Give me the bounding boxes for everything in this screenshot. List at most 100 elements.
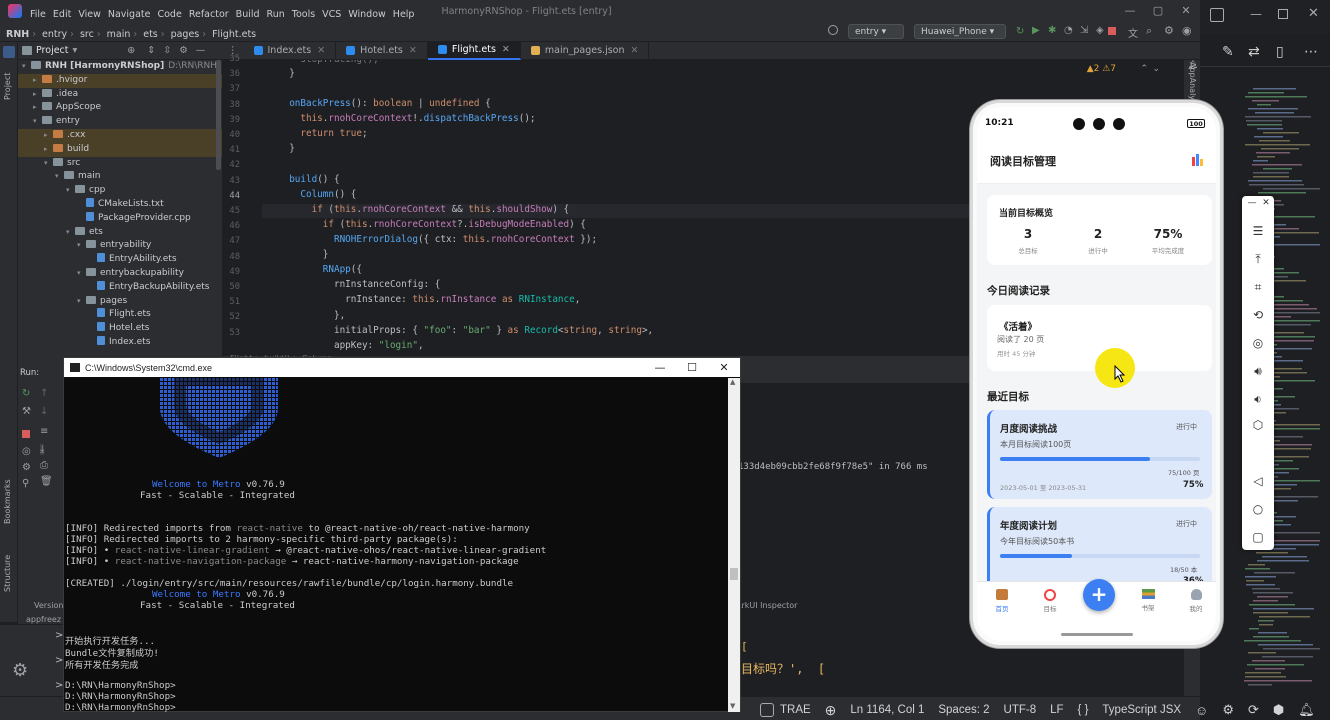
debug-icon[interactable]: ✱: [1048, 25, 1056, 36]
menu-item[interactable]: File: [30, 9, 46, 20]
tab-flight[interactable]: Flight.ets ✕: [427, 41, 521, 60]
attach-icon[interactable]: ⇲: [1080, 25, 1088, 36]
delete-icon[interactable]: 🗑︎: [40, 476, 53, 487]
menu-item[interactable]: Edit: [53, 9, 71, 20]
menu-item[interactable]: Tools: [292, 9, 315, 20]
settings-icon[interactable]: ⚙: [179, 45, 188, 56]
menu-item[interactable]: View: [78, 9, 101, 20]
expand-all-icon[interactable]: ⇕: [147, 45, 155, 56]
profile-icon[interactable]: ◔: [1064, 25, 1073, 36]
restore-icon[interactable]: [1278, 9, 1288, 19]
braces-icon[interactable]: { }: [1078, 704, 1089, 716]
chevron-down-icon[interactable]: ▾: [66, 226, 75, 240]
tab-main-pages[interactable]: main_pages.json ✕: [521, 41, 650, 60]
chevron-right-icon[interactable]: ▸: [33, 88, 42, 102]
chevron-down-icon[interactable]: ▾: [44, 157, 53, 171]
encoding[interactable]: UTF-8: [1004, 704, 1037, 716]
chevron-right-icon[interactable]: ▸: [44, 129, 53, 143]
rotate-icon[interactable]: ⟲: [1252, 308, 1264, 322]
warning-counter[interactable]: ▲2 ⚠7: [1087, 64, 1116, 74]
maximize-icon[interactable]: ☐: [676, 358, 708, 377]
language-mode[interactable]: TypeScript JSX: [1102, 704, 1181, 716]
home-indicator[interactable]: [1061, 633, 1133, 636]
tree-item[interactable]: ▾ ets: [18, 226, 222, 240]
bell-icon[interactable]: 🔔︎: [1298, 702, 1315, 718]
chevron-down-icon[interactable]: ▾: [77, 295, 86, 309]
menu-item[interactable]: VCS: [322, 9, 341, 20]
recents-icon[interactable]: ▢: [1252, 530, 1264, 544]
chevron-right-icon[interactable]: ▸: [33, 101, 42, 115]
tab-home[interactable]: 首页: [989, 589, 1015, 613]
down-icon[interactable]: ↓: [40, 406, 48, 417]
breadcrumb-item[interactable]: ets: [143, 29, 158, 40]
add-goal-button[interactable]: +: [1083, 579, 1115, 611]
stats-icon[interactable]: [1191, 153, 1205, 167]
more-icon[interactable]: ⋯: [1304, 44, 1318, 60]
cmd-title-bar[interactable]: C:\Windows\System32\cmd.exe — ☐ ✕: [64, 358, 740, 377]
copilot-icon[interactable]: ☺: [1195, 703, 1208, 718]
collapse-all-icon[interactable]: ⇳: [163, 45, 171, 56]
chevron-right-icon[interactable]: ▸: [44, 143, 53, 157]
menu-item[interactable]: Navigate: [108, 9, 151, 20]
project-tool-icon[interactable]: [3, 46, 15, 58]
print-icon[interactable]: ⎙: [40, 460, 48, 471]
tree-item[interactable]: CMakeLists.txt: [18, 197, 222, 212]
minimize-icon[interactable]: —: [1250, 7, 1262, 21]
rerun-icon[interactable]: ↻: [22, 388, 30, 399]
coverage-icon[interactable]: ◈: [1096, 25, 1104, 36]
menu-item[interactable]: Build: [236, 9, 260, 20]
chevron-down-icon[interactable]: ⌄: [1152, 64, 1160, 74]
tree-item[interactable]: Hotel.ets: [18, 322, 222, 336]
version-control-tab[interactable]: Version: [34, 601, 63, 610]
tab-goals[interactable]: 目标: [1037, 589, 1063, 613]
layout-icon[interactable]: [1210, 8, 1224, 22]
tree-scrollbar[interactable]: [216, 60, 221, 170]
screenshot-icon[interactable]: ⬡: [1252, 418, 1264, 432]
stop-icon[interactable]: [22, 430, 30, 438]
chevron-down-icon[interactable]: ▾: [66, 184, 75, 198]
window-icon[interactable]: [760, 703, 774, 717]
tree-item[interactable]: ▸ AppScope: [18, 101, 222, 115]
up-icon[interactable]: ↑: [40, 388, 48, 399]
breadcrumb-item[interactable]: src: [80, 29, 94, 40]
indent-setting[interactable]: Spaces: 2: [938, 704, 989, 716]
compare-icon[interactable]: ⇄: [1248, 44, 1260, 60]
tree-item[interactable]: ▾ entryability: [18, 239, 222, 253]
tree-item[interactable]: Flight.ets: [18, 308, 222, 322]
account-icon[interactable]: ◉: [1182, 24, 1192, 37]
menu-item[interactable]: Help: [393, 9, 415, 20]
tab-hotel[interactable]: Hotel.ets ✕: [336, 41, 428, 60]
stop-icon[interactable]: [1108, 27, 1116, 35]
wrench-icon[interactable]: ⚒: [22, 406, 31, 417]
scroll-end-icon[interactable]: ⤓: [40, 444, 45, 455]
tree-item[interactable]: ▾ RNH [HarmonyRNShop] D:\RN\RNH: [18, 60, 222, 74]
tree-item[interactable]: ▾ cpp: [18, 184, 222, 198]
search-icon[interactable]: ⌕: [1146, 24, 1152, 38]
volume-up-icon[interactable]: 🔊︎: [1252, 364, 1264, 379]
maximize-icon[interactable]: ▢: [1144, 0, 1172, 22]
close-icon[interactable]: ✕: [1172, 0, 1200, 22]
goal-card[interactable]: 月度阅读挑战 进行中 本月目标阅读100页 75/100 页 2023-05-0…: [987, 410, 1212, 499]
menu-item[interactable]: Window: [348, 9, 385, 20]
pin-top-icon[interactable]: ⤒: [1252, 252, 1264, 267]
menu-icon[interactable]: ☰: [1252, 224, 1264, 238]
zoom-icon[interactable]: ⊕: [825, 702, 837, 719]
project-view-selector[interactable]: Project: [36, 45, 69, 56]
tab-bookshelf[interactable]: 书架: [1135, 589, 1161, 612]
refresh-icon[interactable]: ↻: [1016, 26, 1024, 37]
pin-icon[interactable]: ⚲: [22, 478, 29, 489]
volume-down-icon[interactable]: 🔉︎: [1252, 392, 1264, 407]
device-selector[interactable]: Huawei_Phone ▾: [914, 24, 1006, 39]
menu-item[interactable]: Refactor: [189, 9, 229, 20]
cmd-window[interactable]: C:\Windows\System32\cmd.exe — ☐ ✕ Welcom…: [63, 357, 741, 712]
home-button-icon[interactable]: ○: [1252, 502, 1264, 516]
menu-item[interactable]: Code: [157, 9, 181, 20]
wrap-icon[interactable]: ≡: [40, 426, 48, 437]
sync-icon[interactable]: ⟳: [1248, 702, 1259, 718]
breadcrumb-item[interactable]: entry: [42, 29, 67, 40]
tree-item[interactable]: ▸ build: [18, 142, 222, 157]
module-selector[interactable]: entry ▾: [848, 24, 904, 39]
line-ending[interactable]: LF: [1050, 704, 1063, 716]
tree-item[interactable]: Index.ets: [18, 335, 222, 350]
tree-item[interactable]: ▾ entry: [18, 115, 222, 129]
